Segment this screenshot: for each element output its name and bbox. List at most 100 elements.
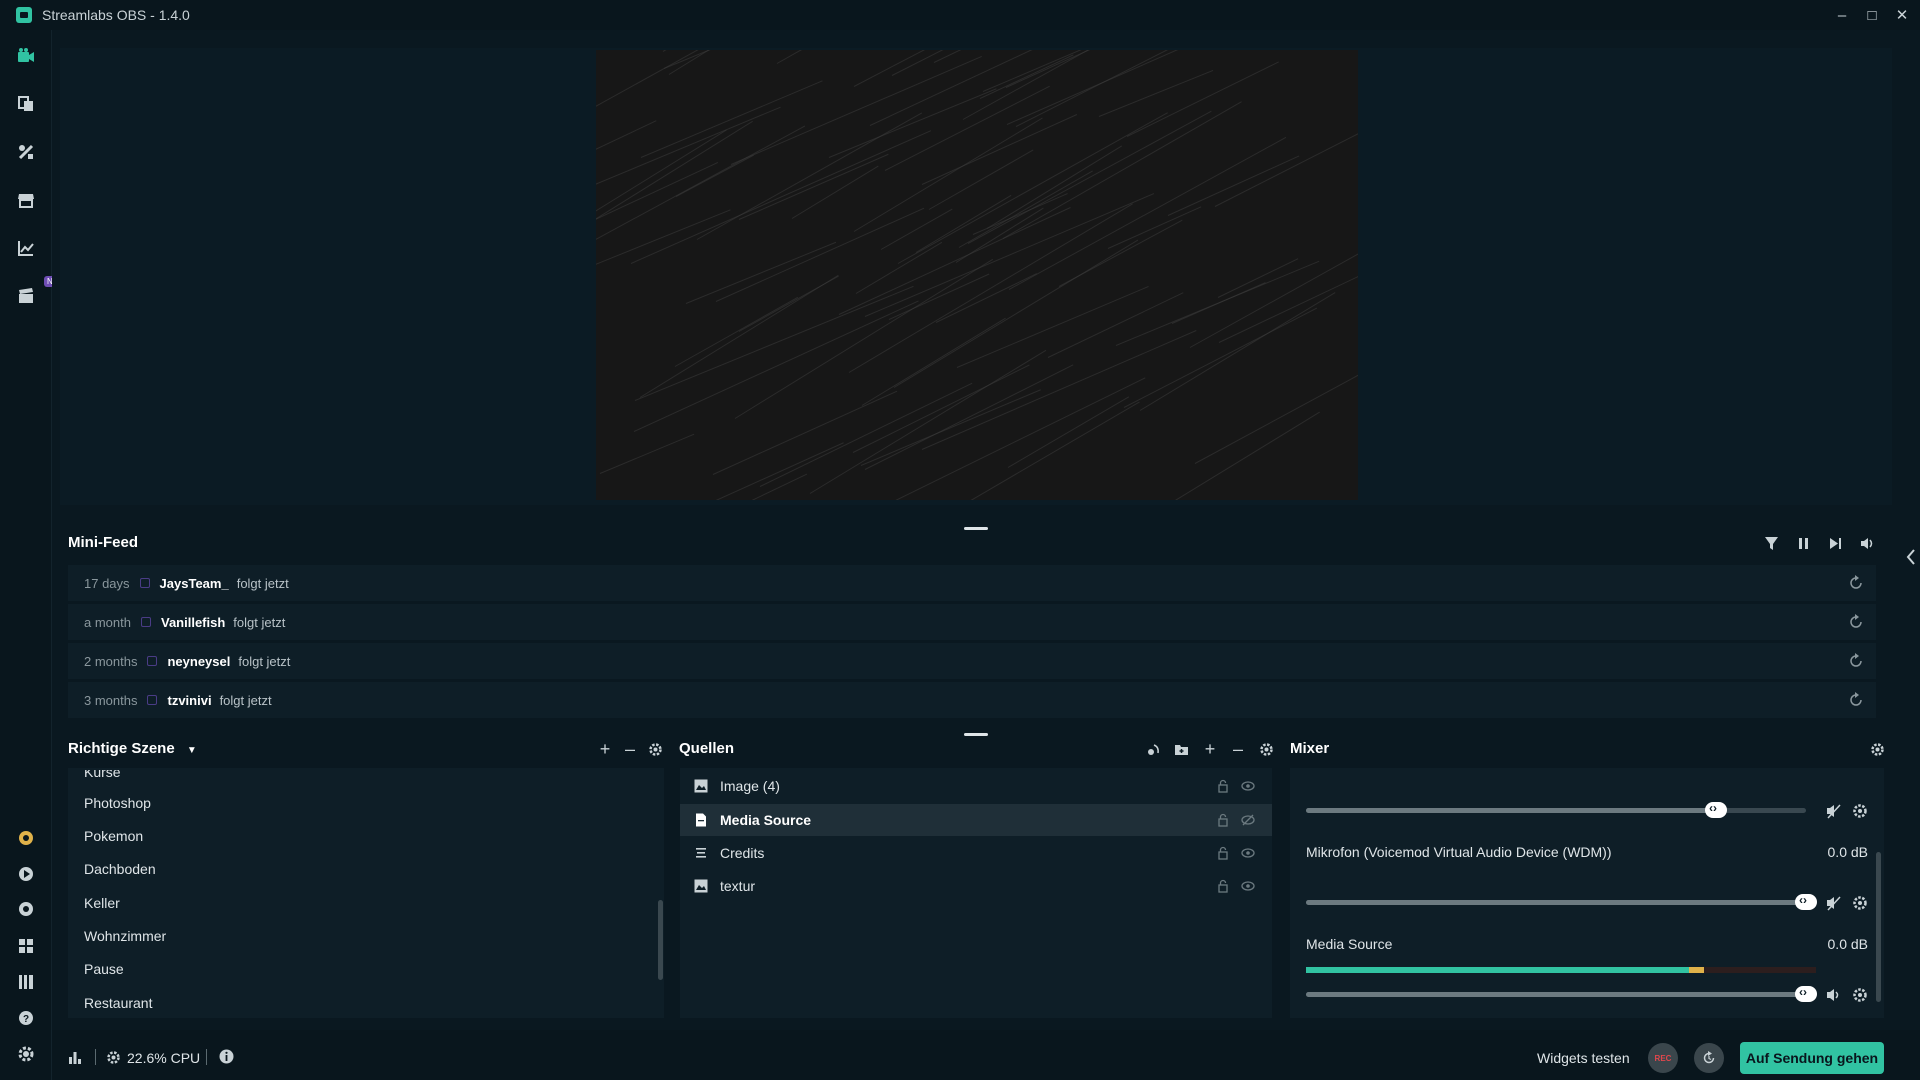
scene-item[interactable]: Keller bbox=[84, 895, 120, 911]
maximize-button[interactable]: □ bbox=[1864, 7, 1880, 24]
source-item-selected[interactable]: Media Source bbox=[680, 804, 1272, 836]
lock-icon[interactable] bbox=[1216, 879, 1230, 893]
info-icon[interactable] bbox=[219, 1049, 234, 1064]
mute-icon[interactable] bbox=[1826, 803, 1842, 819]
mute-icon[interactable] bbox=[1826, 895, 1842, 911]
replay-alert-icon[interactable] bbox=[1848, 692, 1864, 708]
replay-alert-icon[interactable] bbox=[1848, 614, 1864, 630]
texture-streak bbox=[596, 161, 718, 222]
scene-item[interactable]: Pokemon bbox=[84, 828, 143, 844]
feed-resize-handle[interactable] bbox=[964, 733, 988, 736]
volume-slider[interactable] bbox=[1306, 801, 1806, 818]
volume-slider-fill bbox=[1306, 992, 1806, 997]
editor-nav-button[interactable] bbox=[14, 44, 38, 68]
apps-nav-button[interactable] bbox=[14, 970, 38, 994]
source-item[interactable]: textur bbox=[680, 870, 1272, 902]
test-widgets-link[interactable]: Widgets testen bbox=[1537, 1050, 1630, 1066]
filter-button[interactable] bbox=[1762, 534, 1780, 552]
remove-source-button[interactable]: – bbox=[1229, 739, 1247, 759]
lock-icon[interactable] bbox=[1216, 779, 1230, 793]
gear-icon[interactable] bbox=[1852, 803, 1868, 819]
volume-icon[interactable] bbox=[1826, 987, 1842, 1003]
go-live-button[interactable]: Auf Sendung gehen bbox=[1740, 1042, 1884, 1074]
texture-streak bbox=[1218, 271, 1358, 344]
file-icon bbox=[696, 813, 706, 827]
texture-streak bbox=[791, 165, 879, 219]
learn-nav-button[interactable] bbox=[14, 862, 38, 886]
feed-user: JaysTeam_ bbox=[159, 575, 229, 591]
gear-icon[interactable] bbox=[1852, 895, 1868, 911]
widgets-nav-button[interactable] bbox=[14, 140, 38, 164]
scene-collection-title[interactable]: Richtige Szene ▼ bbox=[68, 740, 197, 757]
texture-streak bbox=[665, 442, 844, 500]
source-settings-button[interactable] bbox=[1257, 740, 1275, 758]
preview-resize-handle[interactable] bbox=[964, 527, 988, 530]
add-source-button[interactable]: + bbox=[1201, 739, 1219, 759]
minimize-button[interactable]: – bbox=[1834, 7, 1850, 24]
texture-streak bbox=[685, 242, 837, 305]
footer-separator bbox=[206, 1049, 207, 1065]
source-item[interactable]: Credits bbox=[680, 837, 1272, 869]
volume-slider[interactable] bbox=[1306, 985, 1817, 1002]
replay-alert-icon[interactable] bbox=[1848, 575, 1864, 591]
scene-item[interactable]: Restaurant bbox=[84, 995, 152, 1011]
themes-nav-button[interactable] bbox=[14, 92, 38, 116]
add-scene-button[interactable]: + bbox=[596, 739, 614, 759]
remove-scene-button[interactable]: – bbox=[621, 739, 639, 759]
mixer-scrollbar[interactable] bbox=[1876, 852, 1881, 1002]
lock-icon[interactable] bbox=[1216, 846, 1230, 860]
volume-slider-knob[interactable] bbox=[1795, 893, 1817, 910]
scene-item[interactable]: Photoshop bbox=[84, 795, 151, 811]
collapse-chevron-icon[interactable] bbox=[1904, 548, 1918, 566]
prime-nav-button[interactable] bbox=[14, 826, 38, 850]
clapperboard-icon bbox=[19, 288, 33, 303]
texture-streak bbox=[921, 114, 1077, 185]
skip-alert-button[interactable] bbox=[1826, 534, 1844, 552]
gear-icon bbox=[1259, 742, 1273, 756]
texture-streak bbox=[955, 207, 1044, 263]
chat-nav-button[interactable] bbox=[14, 898, 38, 922]
store-nav-button[interactable] bbox=[14, 188, 38, 212]
lock-icon[interactable] bbox=[1216, 813, 1230, 827]
gear-icon[interactable] bbox=[1852, 987, 1868, 1003]
volume-slider[interactable] bbox=[1306, 893, 1817, 910]
source-properties-button[interactable] bbox=[1144, 740, 1162, 758]
volume-slider-knob[interactable] bbox=[1795, 985, 1817, 1002]
scene-settings-button[interactable] bbox=[646, 740, 664, 758]
eye-icon[interactable] bbox=[1241, 879, 1255, 893]
layout-nav-button[interactable] bbox=[14, 934, 38, 958]
feed-user: Vanillefish bbox=[160, 614, 226, 630]
feed-time: 17 days bbox=[84, 575, 130, 591]
settings-nav-button[interactable] bbox=[14, 1042, 38, 1066]
meter-level-yellow bbox=[1688, 967, 1704, 973]
highlighter-nav-button[interactable]: Neu bbox=[14, 276, 65, 308]
pause-feed-button[interactable] bbox=[1794, 534, 1812, 552]
scenes-scrollbar[interactable] bbox=[658, 900, 663, 980]
close-button[interactable]: ✕ bbox=[1894, 7, 1910, 24]
replay-buffer-button[interactable] bbox=[1694, 1043, 1724, 1073]
scene-item[interactable]: Wohnzimmer bbox=[84, 928, 166, 944]
eye-icon[interactable] bbox=[1241, 846, 1255, 860]
volume-slider-knob[interactable] bbox=[1705, 801, 1727, 818]
eye-slash-icon[interactable] bbox=[1241, 813, 1255, 827]
feed-action: folgt jetzt bbox=[219, 692, 272, 708]
stream-preview-canvas[interactable] bbox=[596, 50, 1358, 500]
mute-alerts-button[interactable] bbox=[1858, 534, 1876, 552]
scene-item[interactable]: Pause bbox=[84, 961, 124, 977]
eye-icon[interactable] bbox=[1241, 779, 1255, 793]
texture-streak bbox=[777, 50, 862, 65]
help-nav-button[interactable]: ? bbox=[14, 1006, 38, 1030]
add-folder-button[interactable] bbox=[1172, 740, 1190, 758]
feed-time: 3 months bbox=[84, 692, 138, 708]
feed-item: a month Vanillefish folgt jetzt bbox=[68, 604, 1876, 640]
mixer-channel-db: 0.0 dB bbox=[1827, 936, 1868, 952]
mixer-settings-button[interactable] bbox=[1868, 740, 1886, 758]
scene-item[interactable]: Dachboden bbox=[84, 861, 156, 877]
replay-alert-icon[interactable] bbox=[1848, 653, 1864, 669]
dashboard-nav-button[interactable] bbox=[14, 236, 38, 260]
texture-streak bbox=[1126, 60, 1280, 137]
texture-streak bbox=[599, 433, 694, 474]
record-button[interactable]: REC bbox=[1648, 1043, 1678, 1073]
performance-icon[interactable] bbox=[68, 1050, 82, 1064]
source-item[interactable]: Image (4) bbox=[680, 770, 1272, 802]
